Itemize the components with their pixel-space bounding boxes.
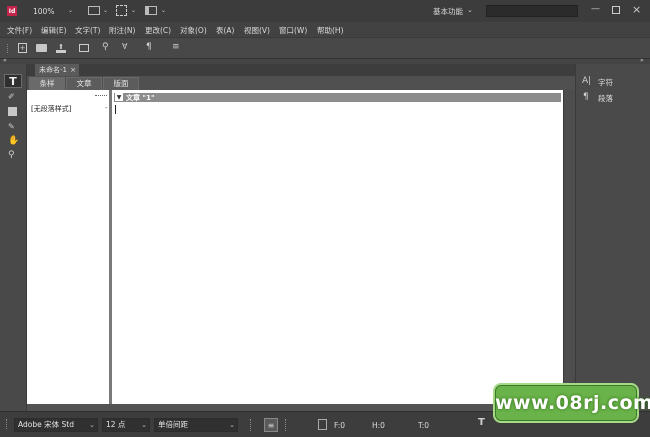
view-options-icon[interactable] <box>88 6 100 15</box>
spacing-chevron-down-icon: ⌄ <box>229 421 235 429</box>
tools-panel: T ✐ ✎ ✋ ⚲ <box>0 64 27 411</box>
status-h: H:0 <box>372 421 385 430</box>
paragraph-style-label[interactable]: [无段落样式] <box>31 104 71 114</box>
show-hidden-characters-icon[interactable]: ¶ <box>146 42 152 52</box>
collapse-story-icon[interactable]: ▼ <box>115 93 123 101</box>
note-tool-icon[interactable] <box>8 107 17 116</box>
story-title: 文章 "1" <box>126 94 155 102</box>
status-separator <box>250 419 251 431</box>
spell-check-icon[interactable]: ∀ <box>122 42 127 51</box>
view-mode-tabs: 条样 文章 版面 <box>27 76 575 90</box>
line-spacing-select[interactable]: 单倍间距 ⌄ <box>154 418 238 432</box>
status-f: F:0 <box>334 421 346 430</box>
panel-item-character-label: 字符 <box>598 78 613 87</box>
close-icon[interactable]: × <box>632 3 641 16</box>
find-icon[interactable]: ⚲ <box>102 42 109 52</box>
menu-changes[interactable]: 更改(C) <box>145 25 171 36</box>
workspace-chevron-down-icon[interactable]: ⌄ <box>467 6 473 14</box>
toolbar-grip <box>7 44 9 53</box>
paragraph-icon: ¶ <box>583 92 589 102</box>
collapse-right-icon[interactable]: » <box>640 57 644 64</box>
view-chevron-down-icon[interactable]: ⌄ <box>103 7 108 14</box>
menu-object[interactable]: 对象(O) <box>180 25 207 36</box>
vertical-scrollbar[interactable] <box>563 90 575 404</box>
document-tab-label: 未命名-1 <box>39 66 67 74</box>
watermark-text: www.08rj.com <box>495 392 650 414</box>
menu-edit[interactable]: 编辑(E) <box>41 25 67 36</box>
zoom-chevron-down-icon[interactable]: ⌄ <box>68 7 73 14</box>
title-bar: Id 100% ⌄ ⌄ ⌄ ⌄ 基本功能 ⌄ — × <box>0 0 650 22</box>
character-icon: A| <box>582 76 592 86</box>
menu-table[interactable]: 表(A) <box>216 25 234 36</box>
panel-item-paragraph-label: 段落 <box>598 94 613 103</box>
font-family-value: Adobe 宋体 Std <box>18 420 74 429</box>
menu-view[interactable]: 视图(V) <box>244 25 270 36</box>
new-document-icon[interactable]: + <box>18 43 27 53</box>
type-tool-icon[interactable]: T <box>4 74 22 88</box>
maximize-icon[interactable] <box>612 6 620 14</box>
menu-file[interactable]: 文件(F) <box>7 25 32 36</box>
menu-notes[interactable]: 附注(N) <box>109 25 135 36</box>
tab-galley[interactable]: 条样 <box>29 77 65 90</box>
position-tool-icon[interactable]: ✐ <box>8 92 15 101</box>
zoom-level[interactable]: 100% <box>33 7 54 16</box>
menu-window[interactable]: 窗口(W) <box>279 25 307 36</box>
minimize-icon[interactable]: — <box>591 4 600 14</box>
status-separator-2 <box>285 419 286 431</box>
status-t: T:0 <box>418 421 430 430</box>
menu-lines-icon[interactable]: ≡ <box>172 42 180 52</box>
collapse-left-icon[interactable]: « <box>3 57 7 64</box>
right-panel-dock: A| 字符 ¶ 段落 <box>575 64 650 411</box>
workspace-switcher[interactable]: 基本功能 <box>433 6 463 17</box>
tab-layout[interactable]: 版面 <box>103 77 139 90</box>
panel-item-character[interactable]: A| 字符 <box>582 76 644 88</box>
text-cursor <box>115 105 116 114</box>
search-input[interactable] <box>486 5 578 17</box>
print-icon[interactable] <box>79 44 89 52</box>
menu-bar: 文件(F) 编辑(E) 文字(T) 附注(N) 更改(C) 对象(O) 表(A)… <box>0 22 650 37</box>
statusbar-grip <box>6 419 8 429</box>
eyedropper-tool-icon[interactable]: ✎ <box>8 122 15 131</box>
font-family-select[interactable]: Adobe 宋体 Std ⌄ <box>14 418 98 432</box>
view-toggle-icon[interactable]: ≡ <box>264 418 278 432</box>
story-header-bar[interactable]: ▼ 文章 "1" <box>114 93 561 102</box>
tool-bar: + ⬆ ⚲ ∀ ¶ ≡ <box>0 37 650 59</box>
line-spacing-value: 单倍间距 <box>158 420 188 429</box>
font-chevron-down-icon: ⌄ <box>89 421 95 429</box>
menu-help[interactable]: 帮助(H) <box>317 25 344 36</box>
document-tab-bar: 未命名-1 × <box>27 64 575 76</box>
menu-type[interactable]: 文字(T) <box>75 25 100 36</box>
arrange-documents-icon[interactable] <box>145 6 157 15</box>
save-icon[interactable]: ⬆ <box>56 43 66 53</box>
hand-tool-icon[interactable]: ✋ <box>8 136 19 146</box>
style-column: [无段落样式] - <box>27 90 109 404</box>
ruler-dots <box>95 95 107 97</box>
close-tab-icon[interactable]: × <box>70 64 76 76</box>
document-tab[interactable]: 未命名-1 × <box>35 64 79 76</box>
site-watermark: www.08rj.com <box>493 383 650 423</box>
zoom-tool-icon[interactable]: ⚲ <box>8 150 15 160</box>
document-icon[interactable] <box>318 419 327 430</box>
screen-mode-icon[interactable] <box>116 5 127 16</box>
size-chevron-down-icon: ⌄ <box>141 421 147 429</box>
tab-story[interactable]: 文章 <box>66 77 102 90</box>
screen-chevron-down-icon[interactable]: ⌄ <box>131 7 136 14</box>
story-text-area[interactable]: ▼ 文章 "1" <box>112 90 563 404</box>
style-column-marker: - <box>105 104 108 112</box>
panel-item-paragraph[interactable]: ¶ 段落 <box>582 92 644 104</box>
font-size-select[interactable]: 12 点 ⌄ <box>102 418 150 432</box>
indesign-logo-icon: Id <box>7 6 17 16</box>
font-size-value: 12 点 <box>106 420 126 429</box>
open-folder-icon[interactable] <box>36 44 47 52</box>
text-baseline-icon[interactable]: T <box>478 417 485 428</box>
arrange-chevron-down-icon[interactable]: ⌄ <box>161 7 166 14</box>
